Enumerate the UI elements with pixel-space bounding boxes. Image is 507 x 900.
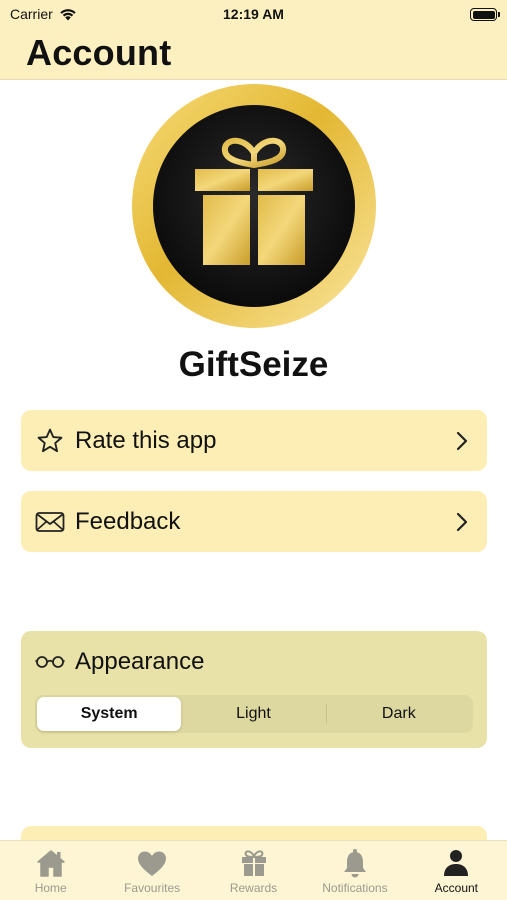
app-name: GiftSeize [178,345,329,384]
gift-icon [236,847,272,879]
segment-light[interactable]: Light [181,697,325,731]
tab-home-label: Home [34,881,67,895]
segment-system[interactable]: System [37,697,182,731]
star-icon [35,426,65,456]
tab-notifications-label: Notifications [322,881,388,895]
appearance-card: Appearance System Light Dark [21,631,487,748]
tab-account-label: Account [434,881,478,895]
chevron-right-icon [456,512,468,532]
page-title: Account [26,32,172,73]
rate-app-row[interactable]: Rate this app [21,410,487,471]
tab-rewards-label: Rewards [229,881,278,895]
segment-dark[interactable]: Dark [327,697,471,731]
status-time: 12:19 AM [223,6,284,22]
appearance-segmented-control[interactable]: System Light Dark [35,695,473,733]
heart-icon [134,847,170,879]
tab-favourites[interactable]: Favourites [101,841,202,900]
appearance-header: Appearance [35,647,204,677]
feedback-row[interactable]: Feedback [21,491,487,552]
person-icon [438,847,474,879]
chevron-right-icon [456,431,468,451]
glasses-icon [35,647,65,677]
tab-home[interactable]: Home [0,841,101,900]
status-bar: Carrier 12:19 AM [0,0,507,30]
envelope-icon [35,507,65,537]
tab-notifications[interactable]: Notifications [304,841,405,900]
battery-icon [470,8,500,21]
house-icon [33,847,69,879]
nav-bar: Account [0,30,507,80]
feedback-label: Feedback [75,507,181,535]
tab-rewards[interactable]: Rewards [203,841,304,900]
appearance-title: Appearance [75,648,205,675]
bell-icon [337,847,373,879]
rate-app-label: Rate this app [75,426,217,454]
app-logo [132,84,376,328]
tab-bar: Home Favourites Rewards Notifications Ac… [0,840,507,900]
tab-account[interactable]: Account [406,841,507,900]
tab-favourites-label: Favourites [124,881,181,895]
